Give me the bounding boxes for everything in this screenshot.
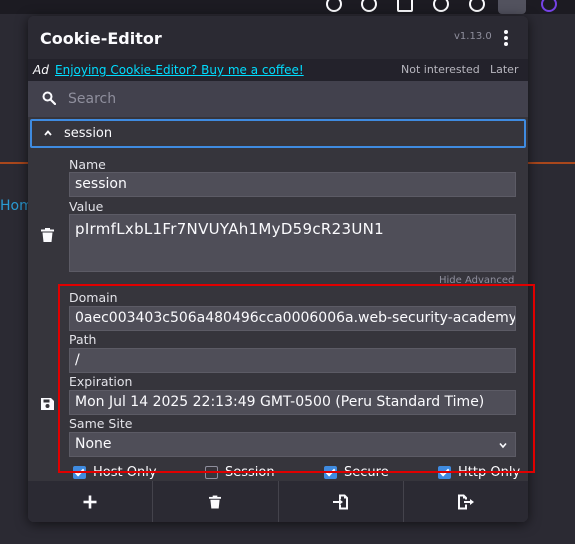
ad-banner: Ad Enjoying Cookie-Editor? Buy me a coff… [28, 59, 528, 81]
host-only-checkbox[interactable]: Host Only [73, 465, 157, 480]
extension-icon-4[interactable] [433, 0, 449, 12]
popup-footer [28, 481, 528, 522]
chevron-down-icon [499, 442, 507, 449]
expiration-field[interactable]: Mon Jul 14 2025 22:13:49 GMT-0500 (Peru … [69, 390, 516, 415]
star-icon[interactable] [174, 0, 190, 12]
samesite-selected-value: None [75, 436, 112, 452]
ad-tag: Ad [33, 63, 49, 77]
cookie-header-name: session [64, 126, 113, 141]
path-field[interactable]: / [69, 348, 516, 373]
hide-advanced-link[interactable]: Hide Advanced [439, 275, 514, 286]
app-title: Cookie-Editor [40, 29, 162, 48]
extension-icon-2[interactable] [361, 0, 377, 12]
save-icon[interactable] [41, 397, 54, 411]
session-label: Session [225, 465, 275, 480]
checkbox-checked-icon [73, 466, 86, 479]
search-bar [28, 81, 528, 117]
extension-icon-5[interactable] [469, 0, 485, 12]
chevron-up-icon [44, 130, 52, 136]
extension-icon-3[interactable] [397, 0, 413, 12]
checkbox-checked-icon [324, 466, 337, 479]
ad-not-interested-button[interactable]: Not interested [401, 59, 480, 81]
cookie-item-header[interactable]: session [30, 119, 526, 148]
trash-icon [209, 495, 222, 508]
ad-link[interactable]: Enjoying Cookie-Editor? Buy me a coffee! [55, 59, 304, 81]
extension-icon-1[interactable] [326, 0, 342, 12]
samesite-label: Same Site [69, 416, 133, 431]
samesite-select[interactable]: None [69, 432, 516, 457]
path-label: Path [69, 332, 97, 347]
domain-label: Domain [69, 290, 118, 305]
cookie-editor-toolbar-button[interactable] [498, 0, 526, 14]
search-input[interactable] [68, 89, 508, 109]
checkbox-unchecked-icon [205, 466, 218, 479]
app-version: v1.13.0 [454, 31, 492, 42]
cookie-editor-popup: Cookie-Editor v1.13.0 Ad Enjoying Cookie… [28, 16, 528, 522]
search-icon [42, 91, 56, 105]
kebab-menu-icon[interactable] [499, 29, 513, 47]
import-icon [332, 494, 348, 509]
name-label: Name [69, 157, 106, 172]
delete-all-button[interactable] [153, 481, 279, 522]
export-icon [457, 494, 474, 509]
ad-later-button[interactable]: Later [490, 59, 518, 81]
trash-icon[interactable] [41, 228, 54, 242]
page-divider-left [0, 162, 28, 164]
browser-toolbar [0, 0, 575, 14]
value-field[interactable]: pIrmfLxbL1Fr7NVUYAh1MyD59cR23UN1 [69, 214, 516, 272]
export-button[interactable] [404, 481, 528, 522]
session-checkbox[interactable]: Session [205, 465, 275, 480]
secure-checkbox[interactable]: Secure [324, 465, 389, 480]
domain-field[interactable]: 0aec003403c506a480496cca0006006a.web-sec… [69, 306, 516, 331]
extension-icon-6[interactable] [541, 0, 557, 12]
http-only-label: Http Only [458, 465, 521, 480]
import-button[interactable] [279, 481, 404, 522]
name-field[interactable]: session [69, 172, 516, 197]
plus-icon [83, 495, 97, 508]
http-only-checkbox[interactable]: Http Only [438, 465, 520, 480]
value-label: Value [69, 199, 104, 214]
page-divider-right [527, 162, 575, 164]
host-only-label: Host Only [93, 465, 157, 480]
checkbox-checked-icon [438, 466, 451, 479]
secure-label: Secure [344, 465, 389, 480]
expiration-label: Expiration [69, 374, 133, 389]
popup-header: Cookie-Editor v1.13.0 [28, 16, 528, 59]
add-cookie-button[interactable] [28, 481, 154, 522]
